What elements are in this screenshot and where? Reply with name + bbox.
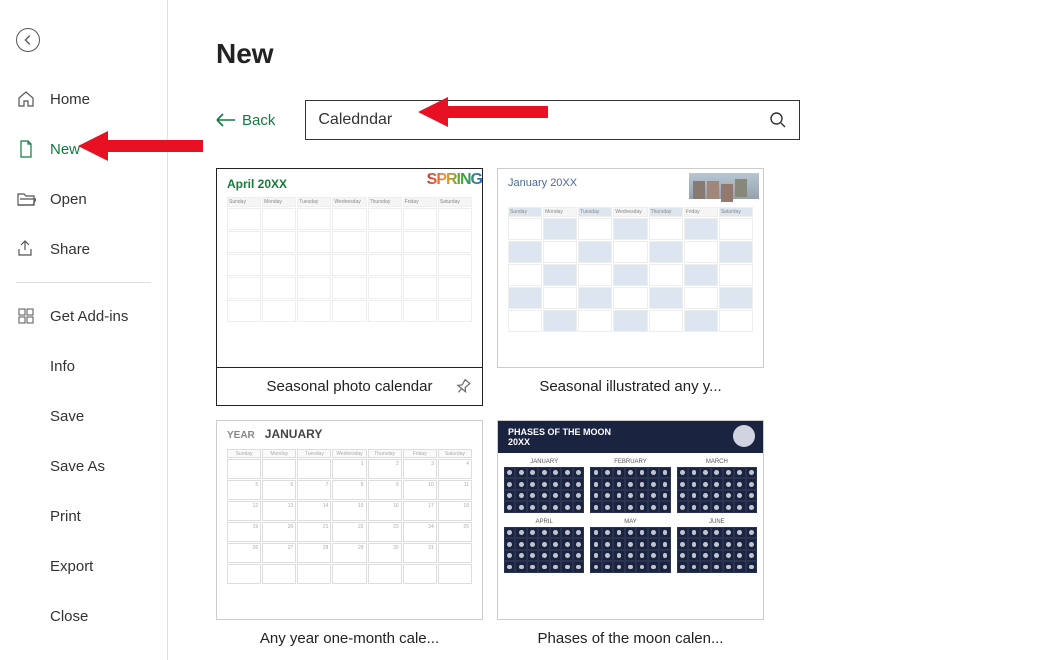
page-title: New bbox=[216, 38, 989, 70]
nav-share[interactable]: Share bbox=[0, 232, 167, 266]
moon-icon bbox=[733, 425, 755, 447]
template-thumbnail: January 20XX SundayMondayTuesdayWednesda… bbox=[497, 168, 764, 368]
main-content: New Back April 20XX SPRING SundayMondayT… bbox=[168, 0, 1037, 660]
thumb-title: PHASES OF THE MOON bbox=[508, 427, 611, 437]
month-label: MAY bbox=[624, 519, 637, 525]
nav-label: Home bbox=[50, 91, 90, 108]
spring-decoration: SPRING bbox=[427, 171, 482, 189]
template-label-row: Phases of the moon calen... bbox=[497, 620, 764, 657]
back-link[interactable]: Back bbox=[216, 112, 275, 129]
template-thumbnail: April 20XX SPRING SundayMondayTuesdayWed… bbox=[216, 168, 483, 368]
template-moon-phases[interactable]: PHASES OF THE MOON 20XX JANUARY FEBRUARY… bbox=[497, 420, 764, 657]
share-icon bbox=[16, 239, 36, 259]
month-label: APRIL bbox=[535, 519, 552, 525]
nav-info[interactable]: Info bbox=[0, 349, 167, 383]
month-label: JANUARY bbox=[530, 459, 558, 465]
template-seasonal-illustrated[interactable]: January 20XX SundayMondayTuesdayWednesda… bbox=[497, 168, 764, 406]
template-any-year[interactable]: YEAR JANUARY SundayMondayTuesdayWednesda… bbox=[216, 420, 483, 657]
nav-new[interactable]: New bbox=[0, 132, 167, 166]
pin-icon[interactable] bbox=[454, 378, 472, 396]
template-thumbnail: YEAR JANUARY SundayMondayTuesdayWednesda… bbox=[216, 420, 483, 620]
template-label: Seasonal illustrated any y... bbox=[539, 378, 721, 395]
search-box bbox=[305, 100, 800, 140]
nav-label: Close bbox=[50, 608, 88, 625]
nav-open[interactable]: Open bbox=[0, 182, 167, 216]
nav-addins[interactable]: Get Add-ins bbox=[0, 299, 167, 333]
nav-label: Get Add-ins bbox=[50, 308, 128, 325]
nav-export[interactable]: Export bbox=[0, 549, 167, 583]
search-icon[interactable] bbox=[769, 111, 787, 129]
back-arrow-icon bbox=[216, 113, 236, 127]
thumb-month: JANUARY bbox=[265, 427, 323, 441]
search-row: Back bbox=[216, 100, 989, 140]
search-input[interactable] bbox=[318, 111, 769, 129]
nav-label: Save As bbox=[50, 458, 105, 475]
nav-label: Print bbox=[50, 508, 81, 525]
nav-save[interactable]: Save bbox=[0, 399, 167, 433]
template-label: Any year one-month cale... bbox=[260, 630, 439, 647]
thumb-year: 20XX bbox=[508, 437, 530, 447]
template-label-row: Seasonal photo calendar bbox=[216, 368, 483, 406]
back-label: Back bbox=[242, 112, 275, 129]
template-label-row: Any year one-month cale... bbox=[216, 620, 483, 657]
folder-icon bbox=[16, 189, 36, 209]
back-button[interactable] bbox=[16, 28, 40, 52]
document-icon bbox=[16, 139, 36, 159]
template-seasonal-photo[interactable]: April 20XX SPRING SundayMondayTuesdayWed… bbox=[216, 168, 483, 406]
nav-label: Info bbox=[50, 358, 75, 375]
template-label: Phases of the moon calen... bbox=[538, 630, 724, 647]
nav-home[interactable]: Home bbox=[0, 82, 167, 116]
nav-print[interactable]: Print bbox=[0, 499, 167, 533]
template-label: Seasonal photo calendar bbox=[267, 378, 433, 395]
templates-grid: April 20XX SPRING SundayMondayTuesdayWed… bbox=[216, 168, 989, 660]
month-label: MARCH bbox=[706, 459, 728, 465]
month-label: FEBRUARY bbox=[614, 459, 647, 465]
nav-divider bbox=[16, 282, 151, 283]
city-decoration bbox=[689, 173, 759, 199]
nav-label: Export bbox=[50, 558, 93, 575]
template-label-row: Seasonal illustrated any y... bbox=[497, 368, 764, 405]
nav-list: Home New Open Share Get Add-ins Info Sav… bbox=[0, 82, 167, 633]
back-arrow-icon bbox=[21, 33, 35, 47]
addins-icon bbox=[16, 306, 36, 326]
month-label: JUNE bbox=[709, 519, 725, 525]
sidebar: Home New Open Share Get Add-ins Info Sav… bbox=[0, 0, 168, 660]
nav-label: Open bbox=[50, 191, 87, 208]
template-thumbnail: PHASES OF THE MOON 20XX JANUARY FEBRUARY… bbox=[497, 420, 764, 620]
nav-close[interactable]: Close bbox=[0, 599, 167, 633]
nav-label: Save bbox=[50, 408, 84, 425]
nav-label: New bbox=[50, 141, 80, 158]
home-icon bbox=[16, 89, 36, 109]
thumb-year: YEAR bbox=[227, 430, 255, 441]
nav-label: Share bbox=[50, 241, 90, 258]
nav-save-as[interactable]: Save As bbox=[0, 449, 167, 483]
